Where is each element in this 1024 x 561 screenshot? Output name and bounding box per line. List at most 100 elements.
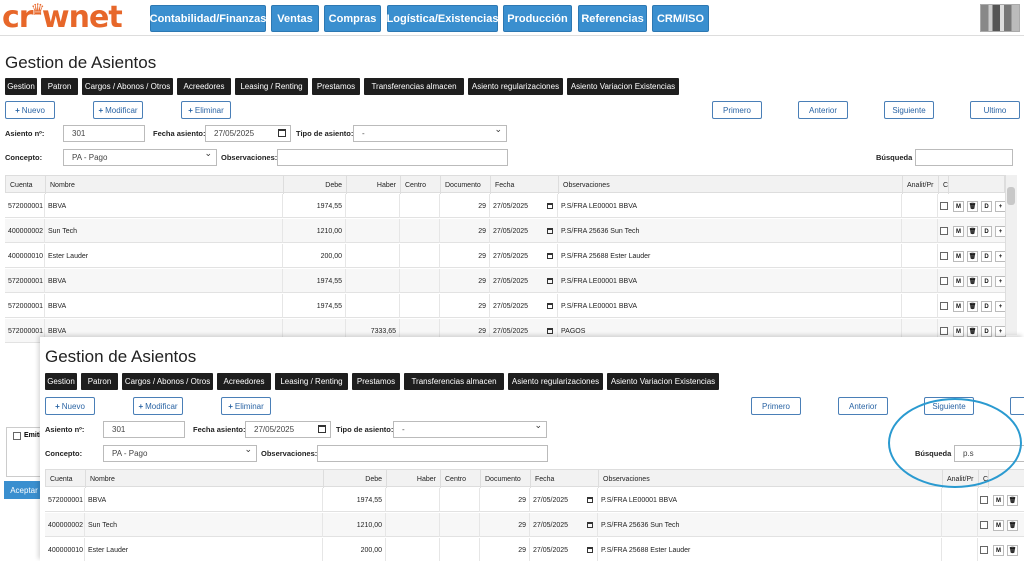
m-button[interactable]: M [953,251,964,262]
trash-icon[interactable]: 🗑 [967,251,978,262]
tab-2[interactable]: Cargos / Abonos / Otros [122,373,213,390]
d-button[interactable]: D [981,276,992,287]
col-header-2[interactable]: Debe [324,470,387,488]
nav-compras[interactable]: Compras [324,5,381,32]
table-row[interactable]: 400000010 Ester Lauder 200,00 29 27/05/2025 P… [5,244,1006,268]
m-button[interactable]: M [953,326,964,337]
col-header-4[interactable]: Centro [441,470,481,488]
d-button[interactable]: D [981,251,992,262]
trash-icon[interactable]: 🗑 [1007,520,1018,531]
nav-referencias[interactable]: Referencias [578,5,647,32]
row-checkbox[interactable] [980,546,988,554]
col-header-0[interactable]: Cuenta [46,470,86,488]
d-button[interactable]: D [981,201,992,212]
d-button[interactable]: D [981,226,992,237]
tipo-select[interactable]: - [393,420,547,438]
tab-8[interactable]: Asiento Variacion Existencias [607,373,719,390]
primero-button[interactable]: Primero [751,397,801,415]
tab-5[interactable]: Prestamos [352,373,400,390]
col-header-6[interactable]: Fecha [491,176,559,194]
trash-icon[interactable]: 🗑 [967,326,978,337]
concepto-select[interactable]: PA - Pago [103,444,257,462]
fecha-input[interactable]: 27/05/2025 [245,421,331,438]
m-button[interactable]: M [993,545,1004,556]
col-header-7[interactable]: Observaciones [559,176,903,194]
tab-3[interactable]: Acreedores [217,373,271,390]
emitir-checkbox[interactable] [13,432,21,440]
trash-icon[interactable]: 🗑 [967,301,978,312]
col-header-5[interactable]: Documento [441,176,491,194]
nav-produccion[interactable]: Producción [503,5,572,32]
tab-1[interactable]: Patron [41,78,78,95]
calendar-icon[interactable] [587,547,593,553]
col-header-9[interactable]: C [939,176,949,194]
table-row[interactable]: 400000002 Sun Tech 1210,00 29 27/05/2025 P.S/… [5,219,1006,243]
nav-ventas[interactable]: Ventas [271,5,319,32]
calendar-icon[interactable] [547,303,553,309]
ultimo-button[interactable]: Ultimo [1010,397,1024,415]
col-header-8[interactable]: Analit/Pr [903,176,939,194]
table-row[interactable]: 572000001 BBVA 1974,55 29 27/05/2025 P.S/FRA … [5,269,1006,293]
calendar-icon[interactable] [547,328,553,334]
calendar-icon[interactable] [547,228,553,234]
nuevo-button[interactable]: + Nuevo [45,397,95,415]
anterior-button[interactable]: Anterior [798,101,848,119]
row-checkbox[interactable] [940,277,948,285]
row-checkbox[interactable] [940,227,948,235]
modificar-button[interactable]: + Modificar [93,101,143,119]
row-checkbox[interactable] [940,252,948,260]
asiento-input[interactable]: 301 [63,125,145,142]
fecha-input[interactable]: 27/05/2025 [205,125,291,142]
d-button[interactable]: D [981,301,992,312]
aceptar-button[interactable]: Aceptar [4,481,44,499]
trash-icon[interactable]: 🗑 [967,201,978,212]
col-header-3[interactable]: Haber [347,176,401,194]
tab-0[interactable]: Gestion [45,373,77,390]
trash-icon[interactable]: 🗑 [967,226,978,237]
col-header-6[interactable]: Fecha [531,470,599,488]
tab-5[interactable]: Prestamos [312,78,360,95]
tab-6[interactable]: Transferencias almacen [404,373,504,390]
calendar-icon[interactable] [318,425,326,433]
observaciones-input[interactable] [317,445,548,462]
tab-1[interactable]: Patron [81,373,118,390]
m-button[interactable]: M [953,201,964,212]
calendar-icon[interactable] [587,522,593,528]
m-button[interactable]: M [993,520,1004,531]
m-button[interactable]: M [993,495,1004,506]
eliminar-button[interactable]: + Eliminar [221,397,271,415]
row-checkbox[interactable] [940,327,948,335]
m-button[interactable]: M [953,226,964,237]
tab-2[interactable]: Cargos / Abonos / Otros [82,78,173,95]
row-checkbox[interactable] [940,302,948,310]
crownet-logo[interactable]: cr♛wnet [2,0,123,38]
nuevo-button[interactable]: + Nuevo [5,101,55,119]
trash-icon[interactable]: 🗑 [1007,545,1018,556]
calendar-icon[interactable] [547,203,553,209]
tab-0[interactable]: Gestion [5,78,37,95]
table-row[interactable]: 572000001 BBVA 1974,55 29 27/05/2025 P.S/FRA … [45,488,1024,512]
nav-logistica[interactable]: Logística/Existencias [387,5,498,32]
col-header-3[interactable]: Haber [387,470,441,488]
tab-3[interactable]: Acreedores [177,78,231,95]
calendar-icon[interactable] [587,497,593,503]
d-button[interactable]: D [981,326,992,337]
observaciones-input[interactable] [277,149,508,166]
nav-contabilidad[interactable]: Contabilidad/Finanzas [150,5,266,32]
table-row[interactable]: 572000001 BBVA 1974,55 29 27/05/2025 P.S/FRA … [5,294,1006,318]
row-checkbox[interactable] [980,496,988,504]
tab-8[interactable]: Asiento Variacion Existencias [567,78,679,95]
nav-crm[interactable]: CRM/ISO [652,5,709,32]
ultimo-button[interactable]: Ultimo [970,101,1020,119]
tab-7[interactable]: Asiento regularizaciones [468,78,563,95]
trash-icon[interactable]: 🗑 [1007,495,1018,506]
col-header-7[interactable]: Observaciones [599,470,943,488]
tab-7[interactable]: Asiento regularizaciones [508,373,603,390]
calendar-icon[interactable] [547,253,553,259]
col-header-1[interactable]: Nombre [46,176,284,194]
tipo-select[interactable]: - [353,124,507,142]
modificar-button[interactable]: + Modificar [133,397,183,415]
concepto-select[interactable]: PA - Pago [63,148,217,166]
col-header-1[interactable]: Nombre [86,470,324,488]
m-button[interactable]: M [953,276,964,287]
